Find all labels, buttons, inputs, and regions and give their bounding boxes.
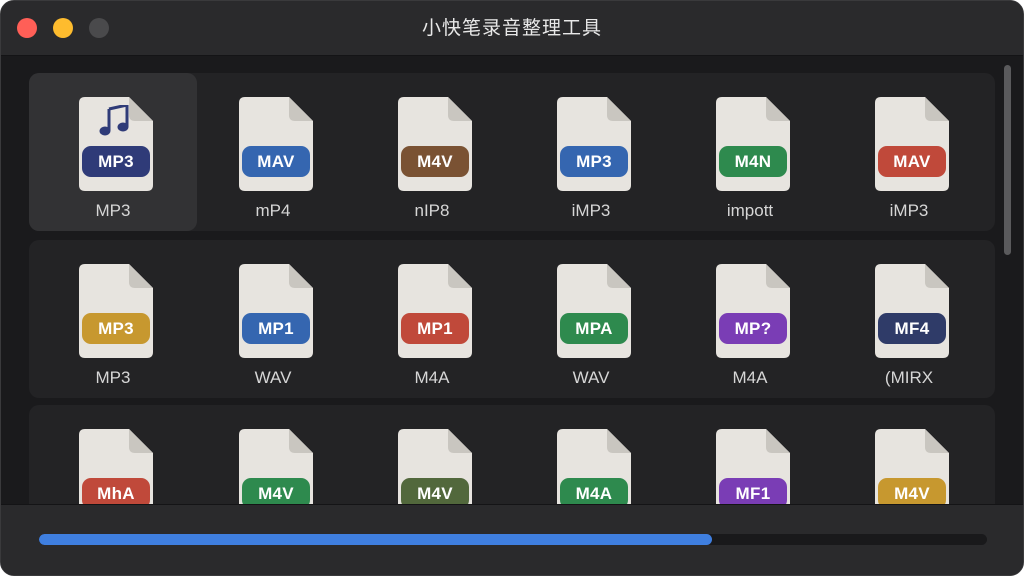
window-title: 小快笔录音整理工具 — [421, 17, 602, 39]
document-icon: MP1 — [239, 264, 313, 358]
document-icon: MAV — [239, 97, 313, 191]
file-type-badge: M4V — [242, 478, 310, 504]
document-icon: M4A — [557, 429, 631, 504]
file-tile[interactable]: MAV iMP3 — [825, 73, 993, 231]
file-tile[interactable]: MP? M4A — [666, 240, 834, 398]
document-icon: M4V — [875, 429, 949, 504]
document-icon: MP1 — [398, 264, 472, 358]
status-footer — [1, 504, 1023, 575]
file-type-badge: M4V — [878, 478, 946, 504]
file-row: MP3 MP3 MAV mP4 M4V nIP8 MP3 iMP3 M4N impott MAV iM… — [29, 73, 995, 231]
file-type-badge: MP3 — [560, 146, 628, 177]
file-tile[interactable]: MPA WAV — [507, 240, 675, 398]
file-tile[interactable]: MP1 WAV — [189, 240, 357, 398]
file-type-badge: M4N — [719, 146, 787, 177]
document-icon: MP3 — [79, 264, 153, 358]
file-name-label: MP3 — [95, 368, 131, 387]
file-tile[interactable]: MAV mP4 — [189, 73, 357, 231]
file-tile[interactable]: M4V — [348, 405, 516, 504]
document-icon: MPA — [557, 264, 631, 358]
file-type-badge: MF4 — [878, 313, 946, 344]
file-tile[interactable]: M4N impott — [666, 73, 834, 231]
vertical-scrollbar[interactable] — [1004, 65, 1011, 255]
file-tile[interactable]: M4V — [825, 405, 993, 504]
file-row: MhA M4V M4V M4A MF1 M4V — [29, 405, 995, 504]
document-icon: MhA — [79, 429, 153, 504]
document-icon: M4V — [398, 97, 472, 191]
file-name-label: nIP8 — [414, 201, 450, 220]
file-name-label: (MIRX — [884, 368, 934, 387]
file-tile[interactable]: M4V — [189, 405, 357, 504]
music-note-icon — [99, 105, 129, 137]
document-icon: MP3 — [557, 97, 631, 191]
file-type-badge: MhA — [82, 478, 150, 504]
file-type-badge: MAV — [242, 146, 310, 177]
file-name-label: M4A — [732, 368, 768, 387]
file-name-label: mP4 — [255, 201, 291, 220]
file-name-label: M4A — [414, 368, 450, 387]
file-type-badge: MP1 — [242, 313, 310, 344]
file-name-label: iMP3 — [889, 201, 929, 220]
document-icon: MF1 — [716, 429, 790, 504]
progress-bar — [39, 534, 987, 545]
file-type-badge: MAV — [878, 146, 946, 177]
document-icon: MAV — [875, 97, 949, 191]
document-icon: MP? — [716, 264, 790, 358]
file-type-badge: MPA — [560, 313, 628, 344]
file-type-badge: MP1 — [401, 313, 469, 344]
file-name-label: impott — [726, 201, 774, 220]
file-type-badge: MF1 — [719, 478, 787, 504]
file-tile[interactable]: MF1 — [666, 405, 834, 504]
file-type-badge: M4A — [560, 478, 628, 504]
file-tile[interactable]: MP3 MP3 — [29, 73, 197, 231]
title-bar: 小快笔录音整理工具 — [1, 1, 1023, 56]
file-name-label: iMP3 — [571, 201, 611, 220]
document-icon: MP3 — [79, 97, 153, 191]
file-type-badge: M4V — [401, 146, 469, 177]
file-type-badge: M4V — [401, 478, 469, 504]
file-name-label: WAV — [572, 368, 610, 387]
document-icon: MF4 — [875, 264, 949, 358]
app-window: 小快笔录音整理工具 MP3 MP3 MAV mP4 M4V nIP8 MP3 iMP3 M4N i… — [0, 0, 1024, 576]
file-name-label: MP3 — [95, 201, 131, 220]
file-name-label: WAV — [254, 368, 292, 387]
file-tile[interactable]: MP3 MP3 — [29, 240, 197, 398]
file-type-badge: MP3 — [82, 146, 150, 177]
file-tile[interactable]: M4V nIP8 — [348, 73, 516, 231]
file-row: MP3 MP3 MP1 WAV MP1 M4A MPA WAV MP? M4A MF4 (MIRX — [29, 240, 995, 398]
progress-fill — [39, 534, 713, 545]
document-icon: M4V — [398, 429, 472, 504]
file-tile[interactable]: MP1 M4A — [348, 240, 516, 398]
file-grid[interactable]: MP3 MP3 MAV mP4 M4V nIP8 MP3 iMP3 M4N impott MAV iM… — [1, 56, 1023, 504]
file-tile[interactable]: MF4 (MIRX — [825, 240, 993, 398]
file-tile[interactable]: M4A — [507, 405, 675, 504]
file-tile[interactable]: MP3 iMP3 — [507, 73, 675, 231]
file-tile[interactable]: MhA — [29, 405, 197, 504]
file-type-badge: MP3 — [82, 313, 150, 344]
file-type-badge: MP? — [719, 313, 787, 344]
document-icon: M4V — [239, 429, 313, 504]
document-icon: M4N — [716, 97, 790, 191]
